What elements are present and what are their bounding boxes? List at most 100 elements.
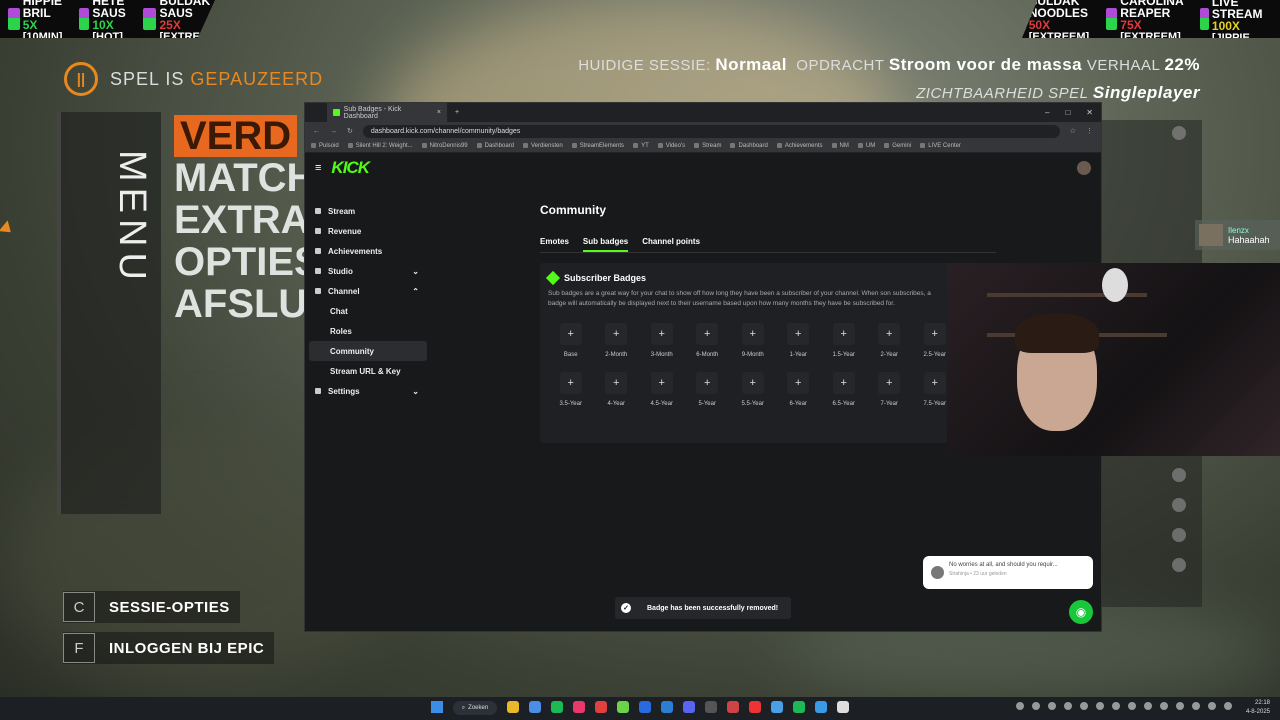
sidebar-item-community[interactable]: Community xyxy=(309,341,427,361)
badge-slot[interactable]: +1-Year xyxy=(776,323,822,358)
app-icon[interactable] xyxy=(837,701,849,713)
menu-item[interactable]: AFSLU xyxy=(174,283,321,325)
tray-icon[interactable] xyxy=(1192,702,1200,710)
app-icon[interactable] xyxy=(573,701,585,713)
reload-icon[interactable]: ↻ xyxy=(347,127,353,135)
add-badge-button[interactable]: + xyxy=(741,372,764,394)
badge-slot[interactable]: +5-Year xyxy=(685,372,731,407)
hamburger-icon[interactable]: ≡ xyxy=(315,162,321,174)
tray-icon[interactable] xyxy=(1144,702,1152,710)
badge-slot[interactable]: +6-Month xyxy=(685,323,731,358)
close-tab-icon[interactable]: × xyxy=(437,109,441,116)
bookmark-item[interactable]: Verdiensten xyxy=(523,143,563,149)
forward-icon[interactable]: → xyxy=(330,128,337,135)
tray-icon[interactable] xyxy=(1048,702,1056,710)
add-badge-button[interactable]: + xyxy=(696,372,719,394)
add-badge-button[interactable]: + xyxy=(878,323,901,345)
bookmark-item[interactable]: YT xyxy=(633,143,649,149)
sidebar-item-achievements[interactable]: Achievements xyxy=(309,241,427,261)
badge-slot[interactable]: +3-Month xyxy=(639,323,685,358)
add-badge-button[interactable]: + xyxy=(832,372,855,394)
app-icon[interactable] xyxy=(507,701,519,713)
add-badge-button[interactable]: + xyxy=(923,372,946,394)
badge-slot[interactable]: +9-Month xyxy=(730,323,776,358)
tray-icon[interactable] xyxy=(1128,702,1136,710)
support-chat-button[interactable]: ◉ xyxy=(1069,600,1093,624)
chevron-icon[interactable]: ⌄ xyxy=(412,387,419,396)
chevron-icon[interactable]: ⌃ xyxy=(412,287,419,296)
sidebar-item-channel[interactable]: Channel ⌃ xyxy=(309,281,427,301)
menu-item[interactable]: OPTIES xyxy=(174,241,321,283)
bookmark-item[interactable]: Dashboard xyxy=(730,143,767,149)
badge-slot[interactable]: +4.5-Year xyxy=(639,372,685,407)
tray-icon[interactable] xyxy=(1080,702,1088,710)
tray-icon[interactable] xyxy=(1208,702,1216,710)
bookmark-item[interactable]: Stream xyxy=(694,143,721,149)
badge-slot[interactable]: +2-Year xyxy=(867,323,913,358)
menu-item[interactable]: VERD xyxy=(174,115,298,157)
app-icon[interactable] xyxy=(639,701,651,713)
tray-icon[interactable] xyxy=(1112,702,1120,710)
sidebar-item-settings[interactable]: Settings ⌄ xyxy=(309,381,427,401)
bookmark-item[interactable]: Silent Hill 2: Weight... xyxy=(348,143,413,149)
badge-slot[interactable]: +1.5-Year xyxy=(821,323,867,358)
tray-icon[interactable] xyxy=(1016,702,1024,710)
maximize-icon[interactable]: □ xyxy=(1065,108,1070,117)
sidebar-item-revenue[interactable]: Revenue xyxy=(309,221,427,241)
support-chat-bubble[interactable]: No worries at all, and should you requir… xyxy=(923,556,1093,589)
sidebar-item-stream[interactable]: Stream xyxy=(309,201,427,221)
tab-sub-badges[interactable]: Sub badges xyxy=(582,237,629,252)
badge-slot[interactable]: +2-Month xyxy=(594,323,640,358)
badge-slot[interactable]: +6-Year xyxy=(776,372,822,407)
add-badge-button[interactable]: + xyxy=(741,323,764,345)
add-badge-button[interactable]: + xyxy=(832,323,855,345)
app-icon[interactable] xyxy=(617,701,629,713)
add-badge-button[interactable]: + xyxy=(650,372,673,394)
app-icon[interactable] xyxy=(661,701,673,713)
sidebar-item-studio[interactable]: Studio ⌄ xyxy=(309,261,427,281)
add-badge-button[interactable]: + xyxy=(923,323,946,345)
sidebar-item-roles[interactable]: Roles xyxy=(309,321,427,341)
minimize-icon[interactable]: – xyxy=(1045,108,1049,117)
bookmark-item[interactable]: Gemini xyxy=(884,143,911,149)
app-icon[interactable] xyxy=(595,701,607,713)
bookmark-item[interactable]: Dashboard xyxy=(477,143,514,149)
browser-tab[interactable]: Sub Badges - Kick Dashboard × xyxy=(327,103,447,122)
badge-slot[interactable]: +5.5-Year xyxy=(730,372,776,407)
app-icon[interactable] xyxy=(771,701,783,713)
app-icon[interactable] xyxy=(551,701,563,713)
add-badge-button[interactable]: + xyxy=(605,372,628,394)
add-badge-button[interactable]: + xyxy=(878,372,901,394)
bookmark-item[interactable]: NitroDennis99 xyxy=(422,143,468,149)
windows-start-icon[interactable] xyxy=(431,701,443,713)
tray-icon[interactable] xyxy=(1096,702,1104,710)
add-badge-button[interactable]: + xyxy=(559,372,582,394)
address-bar[interactable]: dashboard.kick.com/channel/community/bad… xyxy=(362,124,1060,138)
back-icon[interactable]: ← xyxy=(313,128,320,135)
bookmark-item[interactable]: StreamElements xyxy=(572,143,624,149)
new-tab-icon[interactable]: + xyxy=(455,109,459,116)
menu-item[interactable]: MATCH xyxy=(174,157,321,199)
extensions-icon[interactable]: ⋮ xyxy=(1086,127,1093,135)
taskbar-search[interactable]: ⌕ Zoeken xyxy=(453,701,497,715)
badge-slot[interactable]: +3.5-Year xyxy=(548,372,594,407)
sidebar-item-stream-url-key[interactable]: Stream URL & Key xyxy=(309,361,427,381)
chevron-icon[interactable]: ⌄ xyxy=(412,267,419,276)
session-options-button[interactable]: C SESSIE-OPTIES xyxy=(63,591,240,623)
bookmark-item[interactable]: NM xyxy=(832,143,849,149)
app-icon[interactable] xyxy=(793,701,805,713)
add-badge-button[interactable]: + xyxy=(696,323,719,345)
bookmark-item[interactable]: LIVE Center xyxy=(920,143,961,149)
app-icon[interactable] xyxy=(727,701,739,713)
tab-channel-points[interactable]: Channel points xyxy=(642,237,700,252)
clock[interactable]: 22:18 4-8-2025 xyxy=(1246,699,1270,717)
add-badge-button[interactable]: + xyxy=(605,323,628,345)
bookmark-item[interactable]: Achievements xyxy=(777,143,823,149)
app-icon[interactable] xyxy=(683,701,695,713)
bookmark-item[interactable]: UM xyxy=(858,143,875,149)
tray-icon[interactable] xyxy=(1032,702,1040,710)
app-icon[interactable] xyxy=(705,701,717,713)
tray-icon[interactable] xyxy=(1176,702,1184,710)
app-icon[interactable] xyxy=(815,701,827,713)
add-badge-button[interactable]: + xyxy=(787,323,810,345)
